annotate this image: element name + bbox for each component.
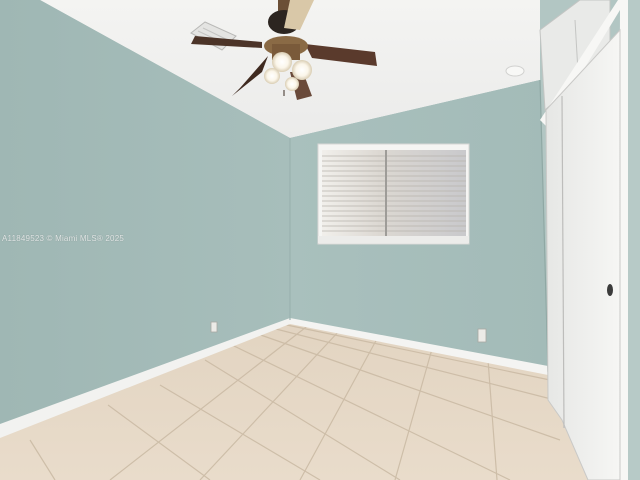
closet-door-handle xyxy=(607,284,613,296)
window-blinds-icon xyxy=(317,143,470,245)
fan-light-bulb xyxy=(264,68,280,84)
listing-watermark: A11849523 © Miami MLS® 2025 xyxy=(2,234,124,243)
wall-outlet-icon xyxy=(210,321,218,333)
right-wall-edge xyxy=(628,0,640,480)
fan-light-bulb xyxy=(292,60,312,80)
smoke-detector-icon xyxy=(505,65,525,77)
fan-light-bulb xyxy=(285,77,299,91)
sliding-closet-door xyxy=(545,28,621,480)
wall-outlet-icon xyxy=(477,328,487,343)
